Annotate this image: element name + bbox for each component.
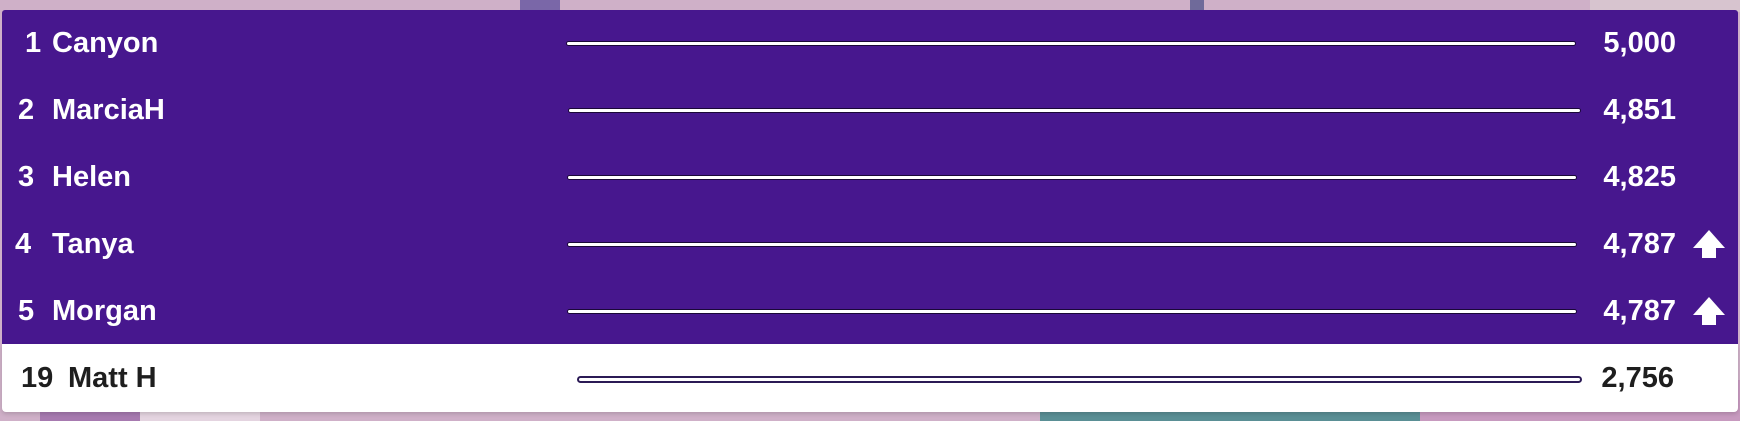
player-score: 4,851 xyxy=(1603,94,1676,126)
score-progress-bar xyxy=(568,108,1581,113)
leaderboard-row: 5 Morgan 4,787 xyxy=(2,281,1740,341)
player-name: Helen xyxy=(52,161,131,193)
up-arrow-icon xyxy=(1693,297,1725,325)
score-progress-bar xyxy=(566,41,1576,46)
player-name: Tanya xyxy=(52,228,134,260)
up-arrow-icon xyxy=(1693,230,1725,258)
player-score: 4,825 xyxy=(1603,161,1676,193)
score-progress-bar xyxy=(567,175,1577,180)
leaderboard-row: 4 Tanya 4,787 xyxy=(2,214,1740,274)
player-score: 2,756 xyxy=(1601,362,1674,394)
leaderboard: 1 Canyon 5,000 2 MarciaH 4,851 3 Helen 4… xyxy=(0,10,1740,413)
rank-number: 19 xyxy=(21,362,54,394)
rank-number: 1 xyxy=(25,27,42,59)
rank-number: 4 xyxy=(15,228,32,260)
rank-number: 3 xyxy=(18,161,35,193)
player-name: MarciaH xyxy=(52,94,165,126)
rank-number: 5 xyxy=(18,295,35,327)
player-score: 4,787 xyxy=(1603,228,1676,260)
player-score: 4,787 xyxy=(1603,295,1676,327)
leaderboard-row: 3 Helen 4,825 xyxy=(2,147,1740,207)
player-score: 5,000 xyxy=(1603,27,1676,59)
score-progress-bar xyxy=(577,376,1582,383)
leaderboard-row: 2 MarciaH 4,851 xyxy=(2,80,1740,140)
player-name: Matt H xyxy=(68,362,157,394)
score-progress-bar xyxy=(567,309,1577,314)
rank-number: 2 xyxy=(18,94,35,126)
player-name: Morgan xyxy=(52,295,157,327)
leaderboard-row: 1 Canyon 5,000 xyxy=(2,13,1740,73)
current-user-row: 19 Matt H 2,756 xyxy=(2,344,1738,412)
leaderboard-top-panel: 1 Canyon 5,000 2 MarciaH 4,851 3 Helen 4… xyxy=(2,10,1738,344)
player-name: Canyon xyxy=(52,27,159,59)
score-progress-bar xyxy=(567,242,1577,247)
